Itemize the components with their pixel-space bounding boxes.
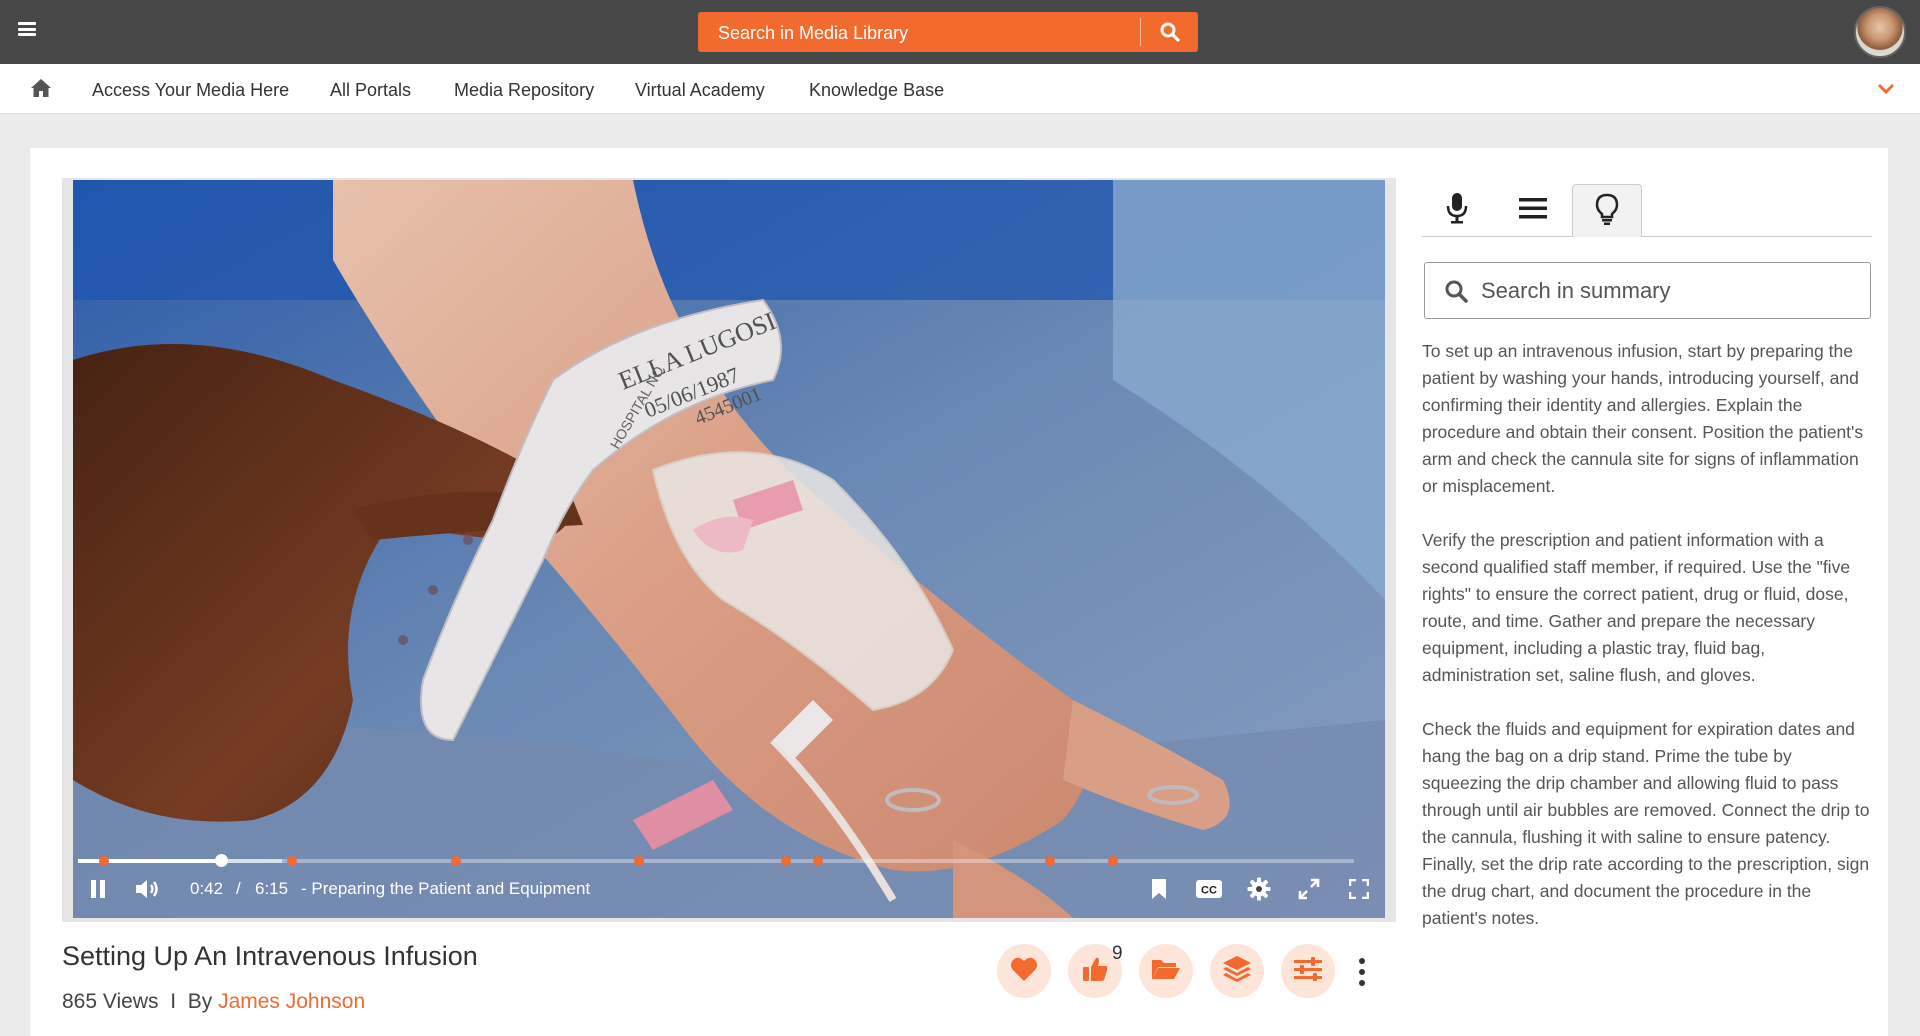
summary-paragraph: Verify the prescription and patient info… bbox=[1422, 530, 1851, 685]
media-search-placeholder[interactable]: Search in Media Library bbox=[718, 23, 908, 44]
chevron-down-icon[interactable] bbox=[1876, 82, 1896, 101]
sliders-icon bbox=[1293, 956, 1323, 986]
duration: 6:15 bbox=[255, 879, 289, 898]
user-avatar[interactable] bbox=[1854, 6, 1906, 58]
nav-item-virtual-academy[interactable]: Virtual Academy bbox=[635, 80, 765, 101]
tab-summary[interactable] bbox=[1572, 184, 1642, 237]
adjust-button[interactable] bbox=[1281, 944, 1335, 998]
pause-icon[interactable] bbox=[87, 876, 109, 902]
by-label: By bbox=[187, 990, 213, 1013]
nav-item-media-repository[interactable]: Media Repository bbox=[454, 80, 594, 101]
fullscreen-icon[interactable] bbox=[1347, 876, 1371, 902]
tab-transcript[interactable] bbox=[1422, 184, 1492, 236]
microphone-icon bbox=[1446, 192, 1468, 229]
bookmark-icon[interactable] bbox=[1148, 876, 1170, 902]
meta-separator: I bbox=[170, 990, 177, 1013]
add-to-folder-button[interactable] bbox=[1139, 944, 1193, 998]
tab-chapters[interactable] bbox=[1498, 184, 1568, 236]
time-separator: / bbox=[236, 879, 241, 898]
home-icon[interactable] bbox=[30, 78, 52, 103]
media-library-search[interactable]: Search in Media Library bbox=[698, 12, 1198, 52]
summary-paragraph: Check the fluids and equipment for expir… bbox=[1422, 719, 1870, 928]
video-title: Setting Up An Intravenous Infusion bbox=[62, 941, 478, 971]
add-to-playlist-button[interactable] bbox=[1210, 944, 1264, 998]
like-count: 9 bbox=[1112, 943, 1123, 964]
progress-handle[interactable] bbox=[214, 854, 228, 867]
more-vertical-icon[interactable] bbox=[1357, 958, 1367, 986]
layers-icon bbox=[1222, 955, 1252, 988]
video-meta: 865 Views I By James Johnson bbox=[62, 990, 365, 1014]
chapter-title: - Preparing the Patient and Equipment bbox=[301, 879, 591, 898]
nav-item-all-portals[interactable]: All Portals bbox=[330, 80, 411, 101]
nav-item-knowledge-base[interactable]: Knowledge Base bbox=[809, 80, 944, 101]
video-frame[interactable]: ELLA LUGOSI 05/06/1987 4545001 HOSPITAL … bbox=[73, 180, 1385, 918]
heart-icon bbox=[1010, 956, 1038, 987]
author-link[interactable]: James Johnson bbox=[218, 990, 365, 1013]
search-icon[interactable] bbox=[1141, 12, 1198, 52]
chapter-marker[interactable] bbox=[1107, 856, 1118, 866]
nav-item-access-your-media[interactable]: Access Your Media Here bbox=[92, 80, 289, 101]
summary-text: To set up an intravenous infusion, start… bbox=[1422, 338, 1872, 959]
search-icon bbox=[1444, 279, 1468, 308]
settings-icon[interactable] bbox=[1246, 876, 1272, 902]
view-count: 865 Views bbox=[62, 990, 159, 1013]
summary-paragraph: To set up an intravenous infusion, start… bbox=[1422, 341, 1864, 496]
chapter-marker[interactable] bbox=[98, 856, 109, 866]
nav-bar: Access Your Media Here All Portals Media… bbox=[0, 64, 1920, 114]
side-panel-tabs bbox=[1422, 184, 1872, 237]
expand-icon[interactable] bbox=[1296, 876, 1322, 902]
lightbulb-icon bbox=[1595, 193, 1619, 230]
thumbs-up-icon bbox=[1081, 955, 1109, 988]
captions-label: CC bbox=[1201, 885, 1217, 897]
volume-icon[interactable] bbox=[133, 876, 163, 902]
summary-search[interactable] bbox=[1424, 262, 1871, 319]
hamburger-icon[interactable] bbox=[18, 22, 36, 36]
captions-icon[interactable]: CC bbox=[1195, 876, 1223, 902]
favorite-button[interactable] bbox=[997, 944, 1051, 998]
summary-search-input[interactable] bbox=[1481, 275, 1851, 307]
top-bar: Search in Media Library bbox=[0, 0, 1920, 64]
folder-icon bbox=[1151, 957, 1181, 986]
chapter-marker[interactable] bbox=[450, 856, 461, 866]
current-time: 0:42 bbox=[190, 879, 224, 898]
list-icon bbox=[1519, 196, 1547, 225]
